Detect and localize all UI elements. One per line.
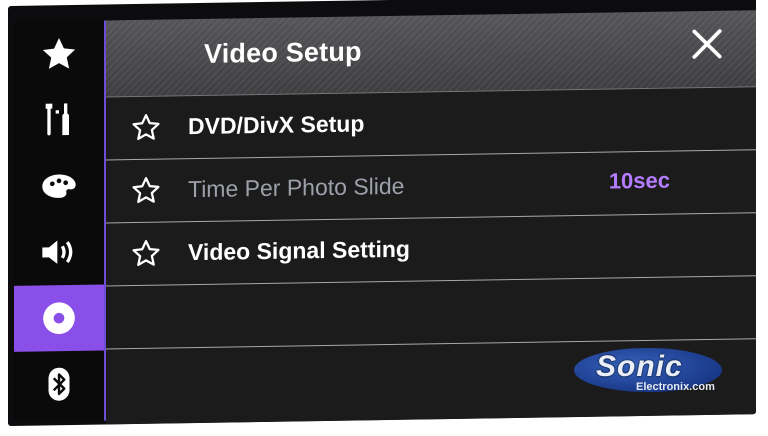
speaker-icon (42, 240, 73, 264)
menu-item-empty (106, 276, 756, 350)
sidebar-item-bluetooth[interactable] (14, 350, 104, 417)
settings-sidebar (14, 20, 104, 422)
star-outline-icon[interactable] (130, 112, 162, 145)
watermark-brand: Sonic (596, 350, 683, 383)
close-button[interactable] (690, 27, 724, 62)
menu-item-value: 10sec (608, 167, 670, 194)
tools-icon (45, 103, 69, 136)
sidebar-item-system[interactable] (14, 86, 104, 153)
sidebar-item-theme[interactable] (14, 152, 104, 219)
star-icon (42, 38, 76, 69)
menu-item-label: Video Signal Setting (188, 235, 410, 266)
sidebar-item-favorites[interactable] (14, 20, 104, 87)
menu-item-label: Time Per Photo Slide (188, 172, 405, 203)
menu-item-dvd-divx-setup[interactable]: DVD/DivX Setup (106, 87, 756, 161)
sidebar-item-audio[interactable] (14, 218, 104, 285)
star-outline-icon[interactable] (130, 238, 162, 271)
watermark-sub: Electronix.com (636, 381, 715, 393)
disc-icon (43, 302, 75, 335)
page-title: Video Setup (204, 36, 362, 69)
close-icon (692, 29, 722, 59)
menu-item-time-per-photo-slide[interactable]: Time Per Photo Slide 10sec (106, 150, 756, 224)
panel-header: Video Setup (106, 10, 756, 98)
menu-item-label: DVD/DivX Setup (188, 110, 365, 140)
menu-item-video-signal-setting[interactable]: Video Signal Setting (106, 213, 756, 287)
star-outline-icon[interactable] (130, 175, 162, 208)
sidebar-item-video[interactable] (14, 284, 104, 352)
palette-icon (42, 174, 76, 198)
bluetooth-icon (48, 367, 70, 401)
watermark-logo: Sonic Electronix.com (574, 348, 744, 396)
